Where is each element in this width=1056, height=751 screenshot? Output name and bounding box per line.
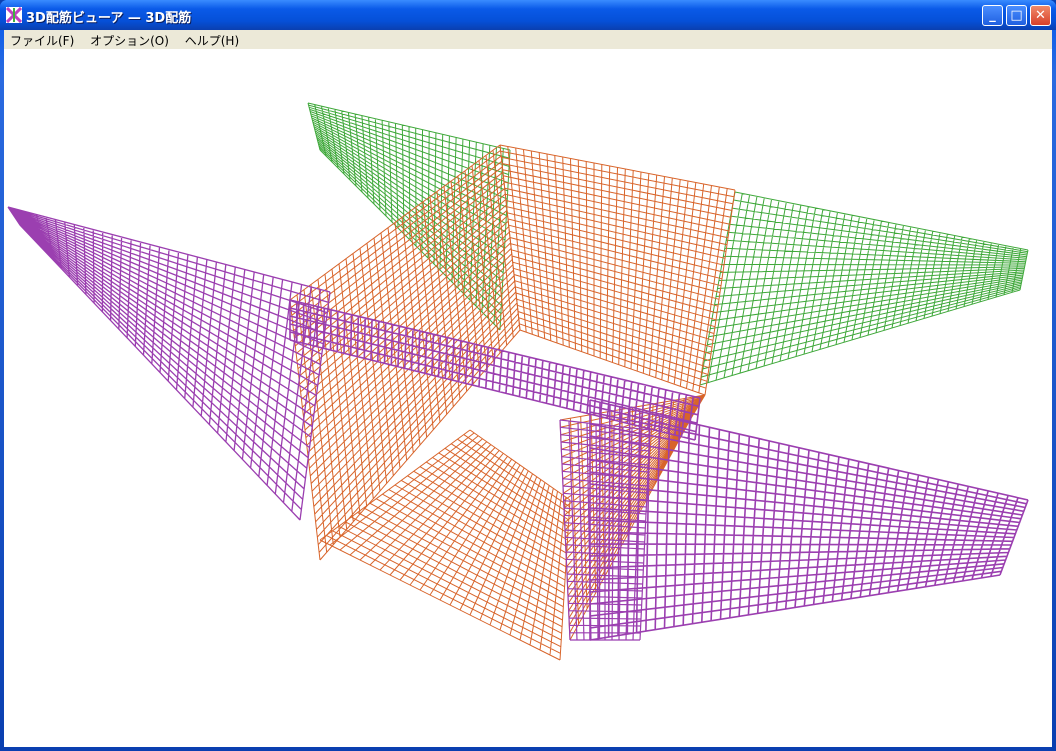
purple-left-wing	[7, 206, 331, 521]
rebar-model	[7, 102, 1029, 661]
orange-floor	[319, 429, 571, 661]
green-right-wing	[699, 191, 1029, 386]
close-button[interactable]: ✕	[1030, 5, 1051, 26]
window-title: 3D配筋ビューア — 3D配筋	[26, 11, 192, 26]
app-window: 3D配筋ビューア — 3D配筋 _ □ ✕ ファイル(F) オプション(O) ヘ…	[0, 0, 1056, 751]
3d-viewport[interactable]	[4, 49, 1052, 747]
menu-bar: ファイル(F) オプション(O) ヘルプ(H)	[4, 30, 1052, 49]
app-icon	[5, 6, 23, 24]
minimize-button[interactable]: _	[982, 5, 1003, 26]
menu-file[interactable]: ファイル(F)	[4, 30, 80, 51]
title-bar[interactable]: 3D配筋ビューア — 3D配筋 _ □ ✕	[0, 0, 1056, 30]
purple-right-wing	[589, 399, 1029, 641]
orange-back-wall	[499, 144, 736, 396]
menu-options[interactable]: オプション(O)	[84, 30, 175, 51]
maximize-button[interactable]: □	[1006, 5, 1027, 26]
menu-help[interactable]: ヘルプ(H)	[179, 30, 245, 51]
